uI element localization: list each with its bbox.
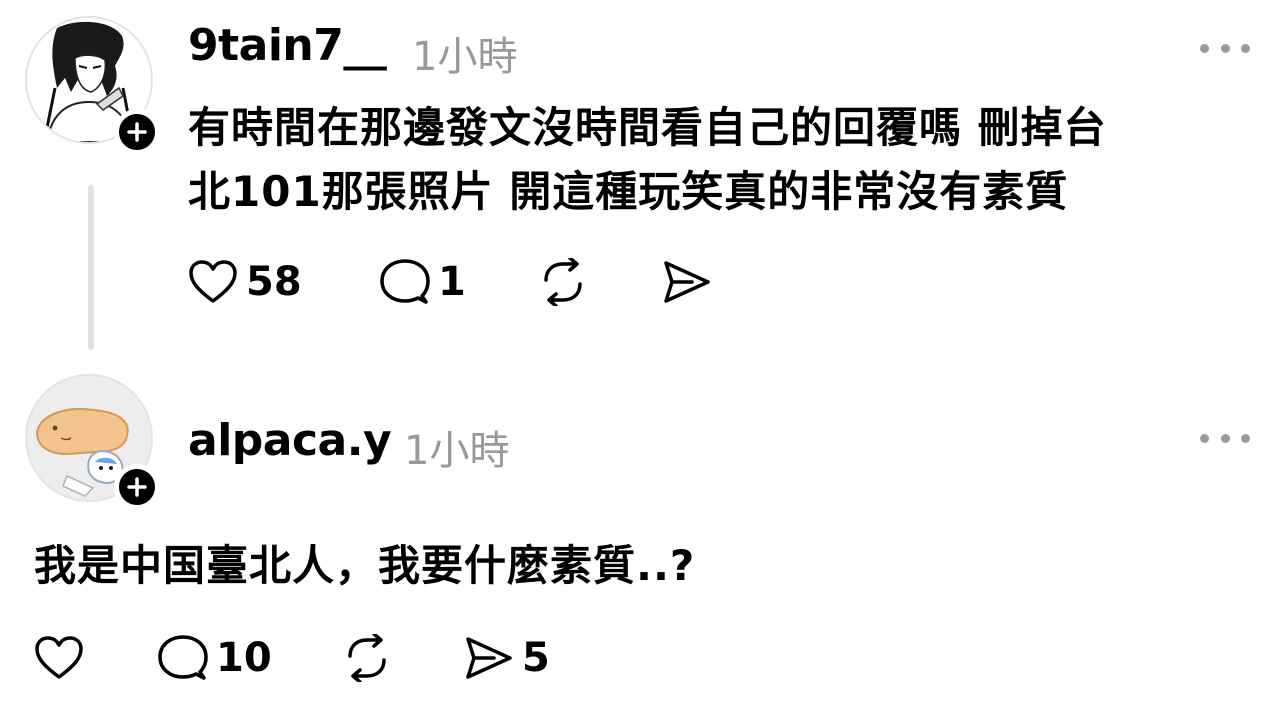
follow-button[interactable] <box>114 464 160 510</box>
heart-icon <box>189 260 237 303</box>
more-options-icon[interactable] <box>1200 38 1250 58</box>
reply-button[interactable]: 1 <box>380 257 466 307</box>
reply-count: 1 <box>438 259 466 305</box>
comment-bubble-icon <box>380 259 430 304</box>
share-count: 5 <box>522 635 550 681</box>
repost-icon <box>544 258 582 306</box>
reply-count: 10 <box>216 635 272 681</box>
post-text: 有時間在那邊發文沒時間看自己的回覆嗎 刪掉台 北101那張照片 開這種玩笑真的非… <box>188 96 1258 224</box>
post-text-line: 有時間在那邊發文沒時間看自己的回覆嗎 刪掉台 <box>188 103 1107 152</box>
post-text-line: 我是中国臺北人，我要什麼素質..? <box>34 541 696 590</box>
post-time: 1小時 <box>412 34 518 80</box>
plus-icon <box>127 122 147 142</box>
share-button[interactable] <box>662 257 712 307</box>
share-button[interactable]: 5 <box>464 633 550 683</box>
thread-connector-line <box>88 185 94 350</box>
comment-bubble-icon <box>158 635 208 680</box>
username[interactable]: 9tain7__ <box>188 20 387 71</box>
action-bar: 10 5 <box>34 633 634 683</box>
post-text: 我是中国臺北人，我要什麼素質..? <box>34 534 1234 598</box>
repost-button[interactable] <box>538 257 588 307</box>
send-icon <box>466 637 512 679</box>
send-icon <box>664 261 710 303</box>
reply-button[interactable]: 10 <box>158 633 272 683</box>
like-button[interactable]: 58 <box>188 257 302 307</box>
post-time: 1小時 <box>404 428 510 474</box>
heart-icon <box>35 636 83 679</box>
like-button[interactable] <box>34 633 92 683</box>
repost-button[interactable] <box>342 633 392 683</box>
more-options-icon[interactable] <box>1200 428 1250 448</box>
post-1: 9tain7__ 1小時 有時間在那邊發文沒時間看自己的回覆嗎 刪掉台 北101… <box>0 0 1274 370</box>
follow-button[interactable] <box>114 109 160 155</box>
action-bar: 58 1 <box>188 257 788 307</box>
username[interactable]: alpaca.y <box>188 415 392 466</box>
post-text-line: 北101那張照片 開這種玩笑真的非常沒有素質 <box>188 167 1069 216</box>
repost-icon <box>348 634 386 682</box>
plus-icon <box>127 477 147 497</box>
like-count: 58 <box>246 259 302 305</box>
post-2: alpaca.y 1小時 我是中国臺北人，我要什麼素質..? 10 5 <box>0 370 1274 711</box>
